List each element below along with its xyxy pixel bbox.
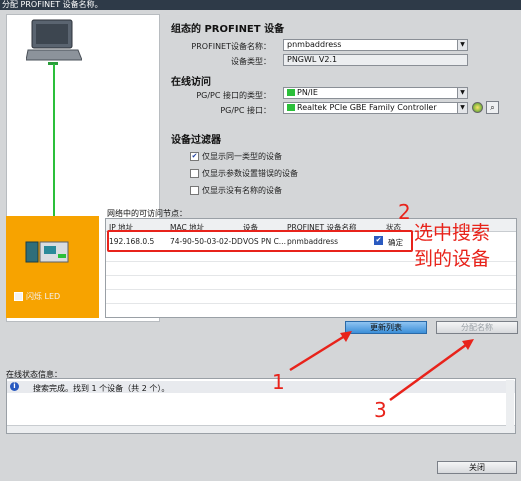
device-type-field: PNGWL V2.1 [283,54,468,66]
info-icon: i [10,382,19,391]
network-card-icon [287,104,295,111]
annotation-number-3: 3 [374,398,387,422]
pgpc-type-label: PG/PC 接口的类型： [196,91,271,100]
annotation-callout: 选中搜索 到的设备 [414,222,491,270]
device-box[interactable] [6,216,99,318]
device-type-value: PNGWL V2.1 [287,55,338,64]
annotation-number-1: 1 [272,370,285,394]
device-type-label: 设备类型： [231,57,271,66]
pgpc-iface-value: Realtek PCIe GBE Family Controller [297,103,437,112]
close-button[interactable]: 关闭 [437,461,517,474]
chevron-down-icon: ▼ [457,40,467,50]
row-highlight [107,230,413,252]
checkbox[interactable] [190,186,199,195]
filter-heading: 设备过滤器 [171,135,221,146]
arrow-1 [289,332,349,372]
chevron-down-icon: ▼ [457,103,467,113]
checkbox-checked[interactable]: ✔ [190,152,199,161]
filter-option[interactable]: ✔ 仅显示同一类型的设备 [190,151,282,162]
pgpc-type-value: PN/IE [297,88,318,97]
pc-icon [26,19,82,65]
config-heading: 组态的 PROFINET 设备 [171,24,285,35]
device-name-select[interactable]: pnmbaddress ▼ [283,39,468,51]
device-module-icon [25,241,69,263]
horizontal-scrollbar[interactable] [7,425,515,433]
refresh-list-button[interactable]: 更新列表 [345,321,427,334]
online-heading: 在线访问 [171,77,211,88]
pgpc-type-select[interactable]: PN/IE ▼ [283,87,468,99]
chevron-down-icon: ▼ [457,88,467,98]
flash-led-label: 闪烁 LED [26,292,61,301]
pgpc-iface-label: PG/PC 接口： [220,106,271,115]
row-divider [106,303,516,304]
row-divider [106,289,516,290]
vertical-scrollbar[interactable] [506,380,514,432]
window-title: 分配 PROFINET 设备名称。 [0,0,521,10]
status-panel: i 搜索完成。找到 1 个设备（共 2 个）。 [6,378,516,434]
filter-option-label: 仅显示同一类型的设备 [202,152,282,161]
connect-status-icon[interactable] [472,102,483,113]
flash-led-row: 闪烁 LED [14,291,60,302]
arrow-3-head [462,339,474,350]
flash-led-checkbox[interactable] [14,292,23,301]
device-name-value: pnmbaddress [287,40,342,49]
filter-option-label: 仅显示参数设置错误的设备 [202,169,298,178]
row-divider [106,275,516,276]
checkbox[interactable] [190,169,199,178]
annotation-number-2: 2 [398,200,411,224]
assign-name-button[interactable]: 分配名称 [436,321,518,334]
search-icon[interactable]: ⌕ [486,101,499,114]
pgpc-iface-select[interactable]: Realtek PCIe GBE Family Controller ▼ [283,102,468,114]
status-message: 搜索完成。找到 1 个设备（共 2 个）。 [33,384,170,393]
filter-option-label: 仅显示没有名称的设备 [202,186,282,195]
filter-option[interactable]: 仅显示没有名称的设备 [190,185,282,196]
ethernet-icon [287,89,295,96]
device-name-label: PROFINET设备名称： [191,42,271,51]
filter-option[interactable]: 仅显示参数设置错误的设备 [190,168,298,179]
